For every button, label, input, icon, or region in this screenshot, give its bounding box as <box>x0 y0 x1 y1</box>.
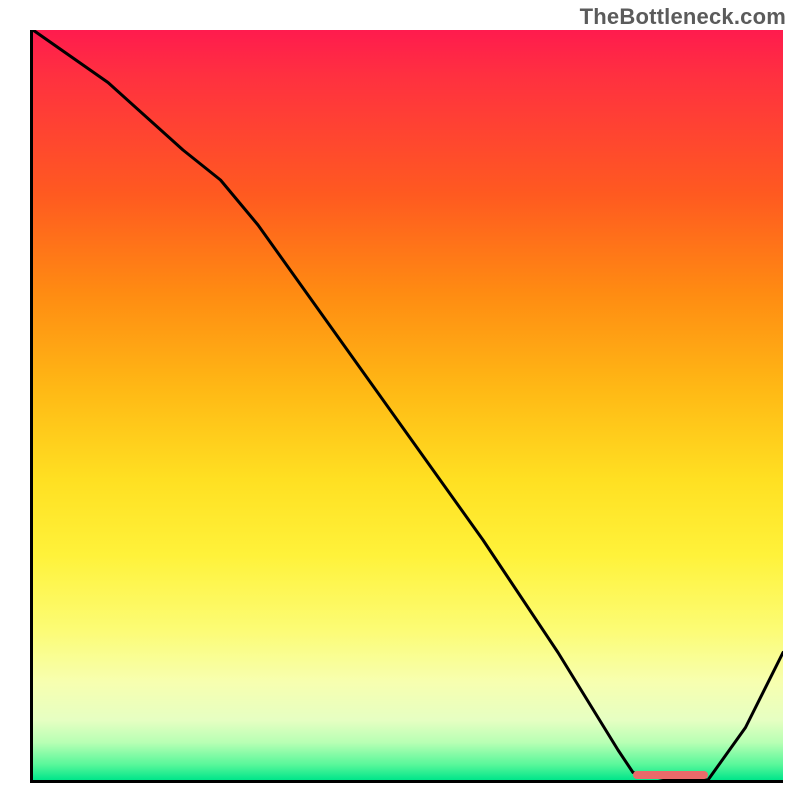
curve-svg <box>33 30 783 780</box>
bottleneck-curve-path <box>33 30 783 780</box>
optimal-range-marker <box>633 771 708 779</box>
chart-frame: TheBottleneck.com <box>0 0 800 800</box>
plot-area <box>30 30 783 783</box>
watermark-text: TheBottleneck.com <box>580 4 786 30</box>
